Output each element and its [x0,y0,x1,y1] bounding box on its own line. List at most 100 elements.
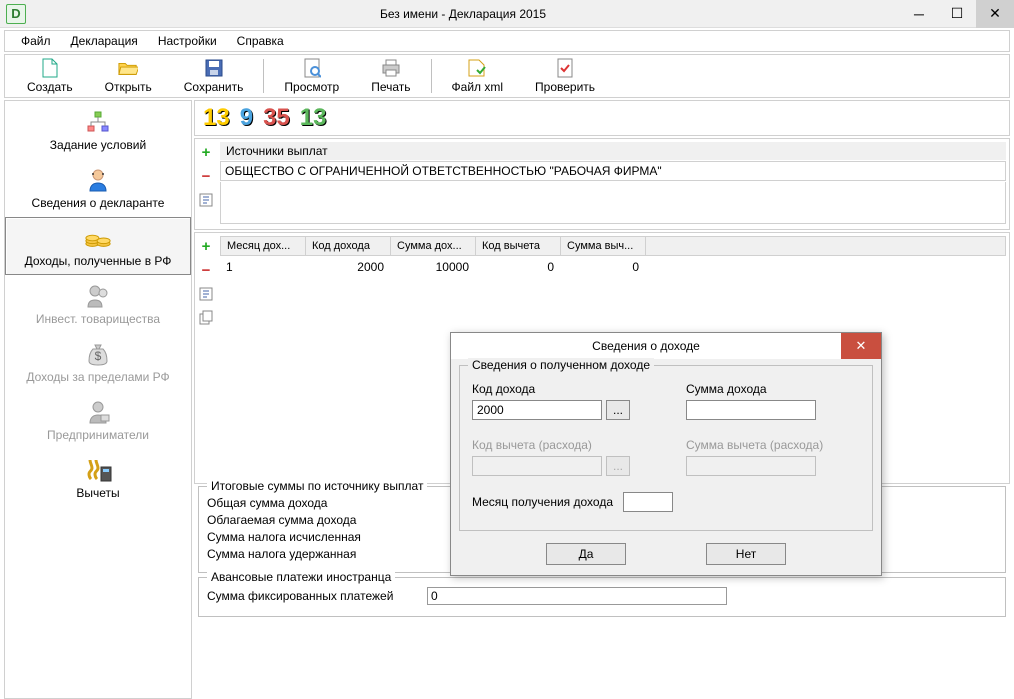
rate-35[interactable]: 35 [261,104,292,132]
sources-empty-area [220,182,1006,224]
th-dsum[interactable]: Сумма выч... [561,237,646,255]
totals-legend: Итоговые суммы по источнику выплат [207,479,427,493]
td-month: 1 [220,258,305,276]
new-file-icon [40,58,60,78]
th-dcode[interactable]: Код вычета [476,237,561,255]
save-button[interactable]: Сохранить [174,57,254,95]
rate-tabs: 13 9 35 13 [194,100,1010,136]
fixed-payments-label: Сумма фиксированных платежей [207,589,427,603]
copy-income-button[interactable] [197,309,215,327]
window-title: Без имени - Декларация 2015 [26,7,900,21]
sidebar-item-income-rf[interactable]: Доходы, полученные в РФ [5,217,191,275]
income-table-header: Месяц дох... Код дохода Сумма дох... Код… [220,236,1006,256]
conditions-icon [84,108,112,136]
maximize-button[interactable]: ☐ [938,0,976,28]
income-code-lookup-button[interactable]: ... [606,400,630,420]
save-icon [204,58,224,78]
print-label: Печать [371,80,410,94]
deduction-code-lookup-button: ... [606,456,630,476]
titlebar: D Без имени - Декларация 2015 ─ ☐ ✕ [0,0,1014,28]
edit-source-button[interactable] [197,191,215,209]
print-icon [381,58,401,78]
dialog-close-button[interactable]: ✕ [841,333,881,359]
fixed-payments-input[interactable] [427,587,727,605]
sidebar-item-entrepreneur[interactable]: Предприниматели [5,391,191,449]
deduction-sum-label: Сумма вычета (расхода) [686,438,860,452]
deduction-sum-input [686,456,816,476]
deduction-code-label: Код вычета (расхода) [472,438,646,452]
income-code-label: Код дохода [472,382,646,396]
preview-icon [302,58,322,78]
rate-9[interactable]: 9 [238,104,255,132]
preview-label: Просмотр [284,80,339,94]
dialog-title: Сведения о доходе [451,339,841,353]
rate-13-green[interactable]: 13 [298,104,329,132]
open-label: Открыть [105,80,152,94]
th-code[interactable]: Код дохода [306,237,391,255]
filexml-label: Файл xml [452,80,504,94]
income-sum-label: Сумма дохода [686,382,860,396]
sidebar-label: Вычеты [76,486,119,500]
dialog-ok-button[interactable]: Да [546,543,626,565]
income-dialog: Сведения о доходе ✕ Сведения о полученно… [450,332,882,576]
toolbar-separator [431,59,432,93]
income-code-input[interactable] [472,400,602,420]
sidebar-item-invest[interactable]: Инвест. товарищества [5,275,191,333]
advance-fieldset: Авансовые платежи иностранца Сумма фикси… [198,577,1006,617]
income-month-label: Месяц получения дохода [472,495,613,509]
add-source-button[interactable]: + [197,143,215,161]
check-icon [555,58,575,78]
add-income-button[interactable]: + [197,237,215,255]
sidebar-item-deductions[interactable]: Вычеты [5,449,191,507]
menubar: Файл Декларация Настройки Справка [4,30,1010,52]
taxable-income-label: Облагаемая сумма дохода [207,513,407,527]
open-button[interactable]: Открыть [95,57,162,95]
th-month[interactable]: Месяц дох... [221,237,306,255]
sidebar-label: Предприниматели [47,428,149,442]
td-dsum: 0 [560,258,645,276]
sidebar-item-declarant[interactable]: Сведения о декларанте [5,159,191,217]
money-bag-icon: $ [84,340,112,368]
filexml-button[interactable]: Файл xml [442,57,514,95]
menu-file[interactable]: Файл [13,32,59,50]
menu-declaration[interactable]: Декларация [63,32,146,50]
source-item[interactable]: ОБЩЕСТВО С ОГРАНИЧЕННОЙ ОТВЕТСТВЕННОСТЬЮ… [220,161,1006,181]
remove-source-button[interactable]: − [197,167,215,185]
income-table-row[interactable]: 1 2000 10000 0 0 [220,256,1006,278]
td-code: 2000 [305,258,390,276]
income-sum-input[interactable] [686,400,816,420]
dialog-cancel-button[interactable]: Нет [706,543,786,565]
menu-settings[interactable]: Настройки [150,32,225,50]
rate-13-yellow[interactable]: 13 [201,104,232,132]
sidebar-label: Доходы за пределами РФ [26,370,169,384]
svg-text:$: $ [95,349,102,363]
td-dcode: 0 [475,258,560,276]
file-xml-icon [467,58,487,78]
minimize-button[interactable]: ─ [900,0,938,28]
advance-legend: Авансовые платежи иностранца [207,570,395,584]
th-sum[interactable]: Сумма дох... [391,237,476,255]
income-month-input[interactable] [623,492,673,512]
preview-button[interactable]: Просмотр [274,57,349,95]
declarant-icon [84,166,112,194]
app-icon: D [6,4,26,24]
coins-icon [84,224,112,252]
sidebar-label: Сведения о декларанте [32,196,165,210]
deductions-icon [84,456,112,484]
create-button[interactable]: Создать [17,57,83,95]
sidebar-item-income-abroad[interactable]: $ Доходы за пределами РФ [5,333,191,391]
sources-pane: + − Источники выплат ОБЩЕСТВО С ОГРАНИЧЕ… [194,138,1010,230]
sidebar-item-conditions[interactable]: Задание условий [5,101,191,159]
menu-help[interactable]: Справка [229,32,292,50]
tax-withheld-label: Сумма налога удержанная [207,547,407,561]
close-button[interactable]: ✕ [976,0,1014,28]
toolbar: Создать Открыть Сохранить Просмотр Печат… [4,54,1010,98]
edit-income-button[interactable] [197,285,215,303]
remove-income-button[interactable]: − [197,261,215,279]
deduction-code-input [472,456,602,476]
total-income-label: Общая сумма дохода [207,496,407,510]
sources-header: Источники выплат [220,142,1006,160]
check-button[interactable]: Проверить [525,57,605,95]
print-button[interactable]: Печать [361,57,420,95]
invest-icon [84,282,112,310]
